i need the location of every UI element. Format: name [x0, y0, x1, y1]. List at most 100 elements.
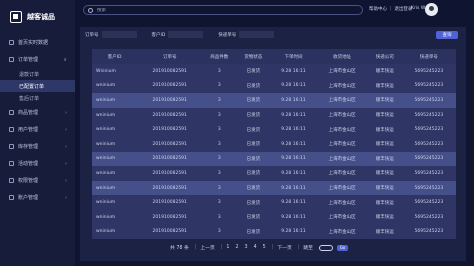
sidebar-item-inventory[interactable]: 库存管理 ›	[0, 138, 75, 155]
table-cell: 201910082591	[137, 224, 203, 240]
table-cell: wninium	[92, 195, 138, 210]
table-cell: 9.28 16:11	[270, 93, 317, 108]
table-cell: 3	[202, 195, 237, 210]
table-cell: 上海市金山区	[316, 195, 368, 210]
table-cell: wninium	[92, 224, 138, 240]
table-row[interactable]: wninium 201910082591 3 已发货 9.28 16:11 上海市金山区顺…	[92, 151, 456, 167]
sidebar-item-products[interactable]: 商品管理 ›	[0, 104, 75, 121]
jump-label: 跳至	[303, 246, 313, 251]
table-row[interactable]: wninium 201910082591 3 已发货 9.28 16:11 上海市金山区顺…	[92, 93, 456, 108]
activity-icon	[9, 161, 14, 166]
table-cell: 已发货	[236, 195, 271, 210]
sidebar-subitem-aftersale[interactable]: 售后订单	[0, 92, 75, 104]
table-cell: 顺丰快运	[367, 122, 402, 137]
order-filter-input[interactable]	[101, 31, 137, 38]
sidebar-item-label: 首页实时数据	[18, 40, 49, 46]
table-cell: 9.28 16:11	[270, 151, 317, 167]
table-cell: 3	[202, 122, 237, 137]
table-cell: 顺丰快运	[367, 224, 402, 240]
divider: |	[194, 245, 197, 250]
sidebar-item-orders[interactable]: 订单管理 ∨	[0, 51, 75, 68]
table-cell: 5695245223	[401, 64, 456, 79]
sidebar-item-permissions[interactable]: 权限管理 ›	[0, 172, 75, 189]
table-row[interactable]: wninium 201910082591 3 已发货 9.28 16:11 上海市金山区顺…	[92, 78, 456, 94]
table-cell: 已发货	[236, 136, 271, 152]
search-input[interactable]	[97, 7, 337, 13]
table-cell: 9.28 16:11	[270, 209, 317, 225]
jump-page-input[interactable]	[318, 244, 333, 251]
sidebar-item-dashboard[interactable]: 首页实时数据	[0, 34, 75, 51]
sidebar-subitem-configured[interactable]: 已配置订单	[0, 80, 75, 92]
table-cell: 3	[202, 136, 237, 152]
total-count: 共 78 条	[170, 246, 189, 251]
table-row[interactable]: Wninium 201910082591 3 已发货 9.28 16:11 上海市金山区顺…	[92, 64, 456, 79]
table-cell: 上海市金山区	[316, 93, 368, 108]
table-cell: 201910082591	[137, 180, 203, 196]
customer-filter-label: 客户ID	[151, 32, 166, 38]
search-icon	[88, 7, 93, 13]
table-cell: 201910082591	[137, 151, 203, 167]
table-cell: 5695245223	[401, 93, 456, 108]
table-cell: 顺丰快运	[367, 78, 402, 94]
express-filter-label: 快递单号	[218, 32, 237, 38]
customer-filter-input[interactable]	[168, 31, 204, 38]
user-icon	[9, 127, 14, 132]
logo[interactable]: 越客诚品	[0, 0, 75, 34]
orders-icon	[9, 57, 14, 62]
table-row[interactable]: wninium 201910082591 3 已发货 9.28 16:11 上海市金山区顺…	[92, 224, 456, 240]
column-header[interactable]: 订单号	[137, 49, 203, 64]
table-cell: 5695245223	[401, 151, 456, 167]
column-header[interactable]: 快递单号	[401, 49, 456, 64]
table-row[interactable]: wninium 201910082591 3 已发货 9.28 16:11 上海市金山区顺…	[92, 180, 456, 196]
table-row[interactable]: wninium 201910082591 3 已发货 9.28 16:11 上海市金山区顺…	[92, 122, 456, 137]
table-row[interactable]: wninium 201910082591 3 已发货 9.28 16:11 上海市金山区顺…	[92, 136, 456, 152]
chevron-right-icon: ›	[65, 126, 67, 133]
table-cell: 5695245223	[401, 224, 456, 240]
table-cell: 5695245223	[401, 166, 456, 181]
go-button[interactable]: Go	[336, 244, 348, 251]
table-row[interactable]: wninium 201910082591 3 已发货 9.28 16:11 上海市金山区顺…	[92, 166, 456, 181]
sidebar-item-activities[interactable]: 活动管理 ›	[0, 155, 75, 172]
table-cell: 顺丰快运	[367, 151, 402, 167]
query-button[interactable]: 查询	[436, 31, 458, 39]
page-3[interactable]: 3	[245, 245, 248, 250]
sidebar-item-label: 用户管理	[18, 127, 39, 133]
column-header[interactable]: 商品件数	[202, 49, 237, 64]
table-cell: 上海市金山区	[316, 64, 368, 79]
chevron-right-icon: ›	[65, 194, 67, 201]
table-row[interactable]: wninium 201910082591 3 已发货 9.28 16:11 上海市金山区顺…	[92, 195, 456, 210]
table-cell: 5695245223	[401, 209, 456, 225]
sidebar-subitem-refund[interactable]: 退款订单	[0, 68, 75, 80]
avatar[interactable]	[425, 3, 438, 16]
table-row[interactable]: wninium 201910082591 3 已发货 9.28 16:11 上海市金山区顺…	[92, 209, 456, 225]
table-cell: 顺丰快运	[367, 209, 402, 225]
column-header[interactable]: 收货地址	[316, 49, 368, 64]
column-header[interactable]: 快递公司	[367, 49, 402, 64]
products-icon	[9, 110, 14, 115]
table-cell: 上海市金山区	[316, 107, 368, 123]
sidebar-item-accounts[interactable]: 账户管理 ›	[0, 189, 75, 206]
page-5[interactable]: 5	[263, 245, 266, 250]
prev-page-button[interactable]: 上一页	[200, 244, 214, 251]
table-row[interactable]: wninium 201910082591 3 已发货 9.28 16:11 上海市金山区顺…	[92, 107, 456, 123]
page-1[interactable]: 1	[226, 245, 229, 250]
table-cell: 201910082591	[137, 78, 203, 94]
logo-text: 越客诚品	[27, 13, 55, 21]
sidebar-item-users[interactable]: 用户管理 ›	[0, 121, 75, 138]
next-page-button[interactable]: 下一页	[277, 244, 291, 251]
page-2[interactable]: 2	[235, 245, 238, 250]
table-cell: 5695245223	[401, 78, 456, 94]
top-links[interactable]: 帮助中心 ｜ 退出登录	[369, 6, 412, 12]
table-cell: wninium	[92, 209, 138, 225]
column-header[interactable]: 货物状态	[236, 49, 271, 64]
column-header[interactable]: 客户ID	[92, 49, 138, 64]
search-bar[interactable]	[83, 5, 363, 15]
page-4[interactable]: 4	[254, 245, 257, 250]
table-cell: 5695245223	[401, 107, 456, 123]
table-cell: 上海市金山区	[316, 209, 368, 225]
table-cell: 9.28 16:11	[270, 78, 317, 94]
express-filter-input[interactable]	[239, 31, 275, 38]
filter-bar: 订单号 客户ID 快递单号	[85, 31, 289, 38]
column-header[interactable]: 下单时间	[270, 49, 317, 64]
table-header-row: 客户ID 订单号 商品件数 货物状态 下单时间 收货地址 快递公司 快递单号	[92, 49, 456, 64]
